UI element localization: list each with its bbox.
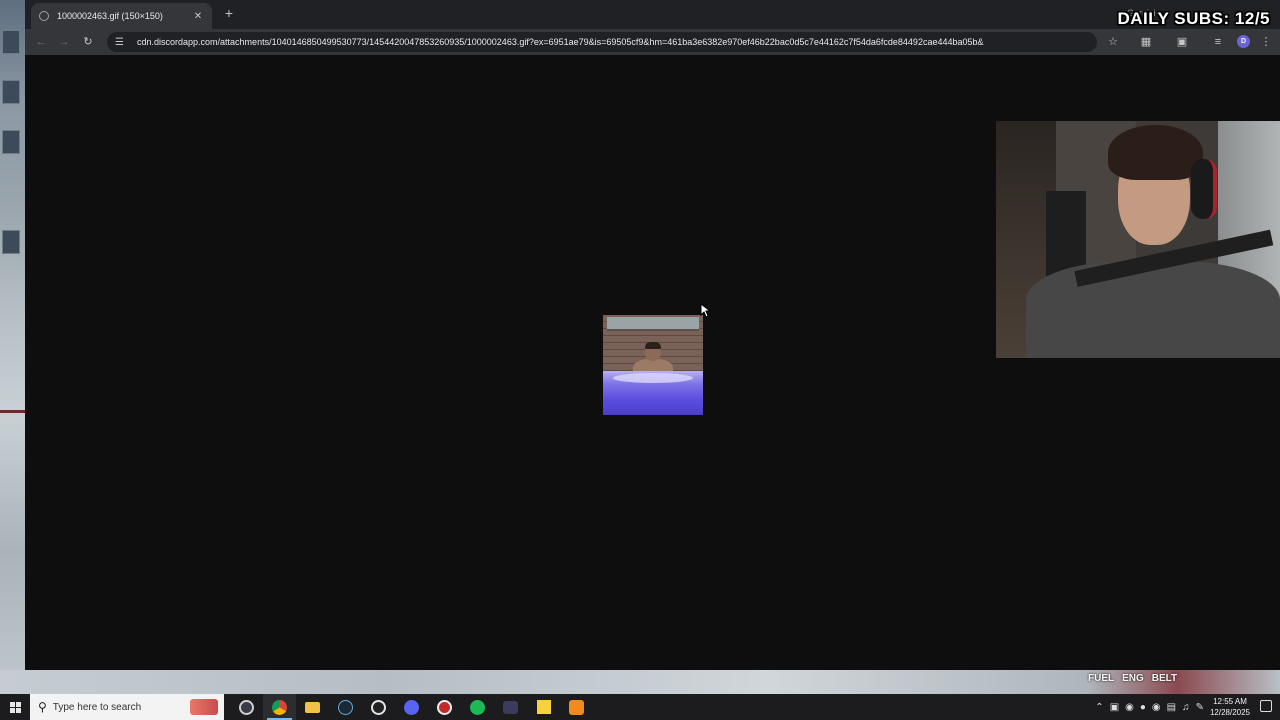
chrome-icon[interactable] (263, 694, 296, 720)
daily-subs-overlay: DAILY SUBS: 12/5 (1117, 9, 1270, 28)
search-placeholder: Type here to search (52, 701, 142, 713)
hud-eng: ENG (1122, 673, 1144, 684)
browser-tab-strip: 1000002463.gif (150×150) ✕ + Gemini (25, 0, 1280, 29)
tab-close-icon[interactable]: ✕ (192, 11, 204, 22)
start-button[interactable] (0, 694, 30, 720)
browser-toolbar: ← → ↻ ☰ cdn.discordapp.com/attachments/1… (25, 29, 1280, 55)
clock-time: 12:55 AM (1213, 697, 1247, 706)
taskbar: ⚲ Type here to search ⌃ ▣ ◉ ● ◉ ▤ ♫ ✎ 12… (0, 694, 1280, 720)
cast-icon[interactable]: ▣ (1174, 34, 1190, 50)
chevron-up-icon[interactable]: ⌃ (1095, 702, 1103, 713)
notification-icon[interactable] (1260, 700, 1272, 712)
game-background-left (0, 0, 25, 690)
tray-app-icon[interactable]: ◉ (1125, 702, 1134, 713)
site-info-icon[interactable]: ☰ (115, 37, 127, 48)
pen-icon[interactable]: ✎ (1196, 702, 1204, 713)
spotify-icon[interactable] (461, 694, 494, 720)
hud-belt: BELT (1151, 673, 1178, 684)
gif-foam (613, 373, 693, 383)
bookmark-star-icon[interactable]: ☆ (1105, 34, 1121, 50)
search-highlight-icon (190, 699, 218, 715)
app-orange-icon[interactable] (560, 694, 593, 720)
webcam-streamer-shirt (1026, 261, 1280, 358)
discord-icon[interactable] (395, 694, 428, 720)
windows-logo-icon (9, 701, 21, 713)
app-red-circle-icon[interactable] (428, 694, 461, 720)
gif-image[interactable] (603, 315, 703, 415)
media-control-icon[interactable]: ≡ (1210, 34, 1226, 50)
tray-app-icon[interactable]: ◉ (1152, 702, 1161, 713)
profile-avatar[interactable]: D (1237, 35, 1250, 48)
microphone-icon[interactable]: ● (1140, 702, 1146, 713)
gif-person-hair (645, 342, 661, 349)
globe-icon (39, 11, 49, 21)
building-window (2, 80, 20, 104)
forward-arrow-icon[interactable]: → (56, 34, 72, 50)
menu-dots-icon[interactable]: ⋮ (1258, 34, 1274, 50)
building-window (2, 230, 20, 254)
gif-window (607, 317, 699, 331)
search-icon: ⚲ (38, 700, 47, 714)
reload-icon[interactable]: ↻ (80, 34, 96, 50)
taskbar-search-box[interactable]: ⚲ Type here to search (30, 694, 224, 720)
webcam-streamer-hair (1108, 125, 1203, 180)
webcam-overlay (996, 121, 1280, 358)
steam-icon[interactable] (329, 694, 362, 720)
mouse-cursor-icon (700, 303, 710, 318)
tray-app-icon[interactable]: ▣ (1110, 702, 1119, 713)
app-g-icon[interactable] (362, 694, 395, 720)
clock-date: 12/28/2025 (1209, 708, 1251, 717)
taskbar-apps (230, 694, 593, 720)
taskbar-clock[interactable]: 12:55 AM 12/28/2025 (1208, 696, 1252, 718)
network-icon[interactable]: ▤ (1167, 702, 1176, 713)
app-dark-icon[interactable] (494, 694, 527, 720)
hud-fuel: FUEL (1088, 673, 1115, 684)
webcam-headset (1191, 159, 1217, 219)
file-explorer-icon[interactable] (296, 694, 329, 720)
obs-icon[interactable] (230, 694, 263, 720)
browser-tab[interactable]: 1000002463.gif (150×150) ✕ (31, 3, 212, 29)
new-tab-button[interactable]: + (221, 5, 237, 21)
building-window (2, 30, 20, 54)
system-tray: ⌃ ▣ ◉ ● ◉ ▤ ♫ ✎ (1095, 694, 1204, 720)
extensions-icon[interactable]: ▦ (1138, 34, 1154, 50)
back-arrow-icon[interactable]: ← (33, 34, 49, 50)
tab-title: 1000002463.gif (150×150) (57, 11, 163, 21)
address-bar[interactable]: ☰ cdn.discordapp.com/attachments/1040146… (107, 32, 1097, 52)
railing (0, 410, 25, 413)
volume-icon[interactable]: ♫ (1182, 702, 1190, 713)
sticky-notes-icon[interactable] (527, 694, 560, 720)
vehicle-hud: FUEL ENG BELT (1088, 673, 1177, 684)
address-url[interactable]: cdn.discordapp.com/attachments/104014685… (137, 37, 984, 47)
building-window (2, 130, 20, 154)
